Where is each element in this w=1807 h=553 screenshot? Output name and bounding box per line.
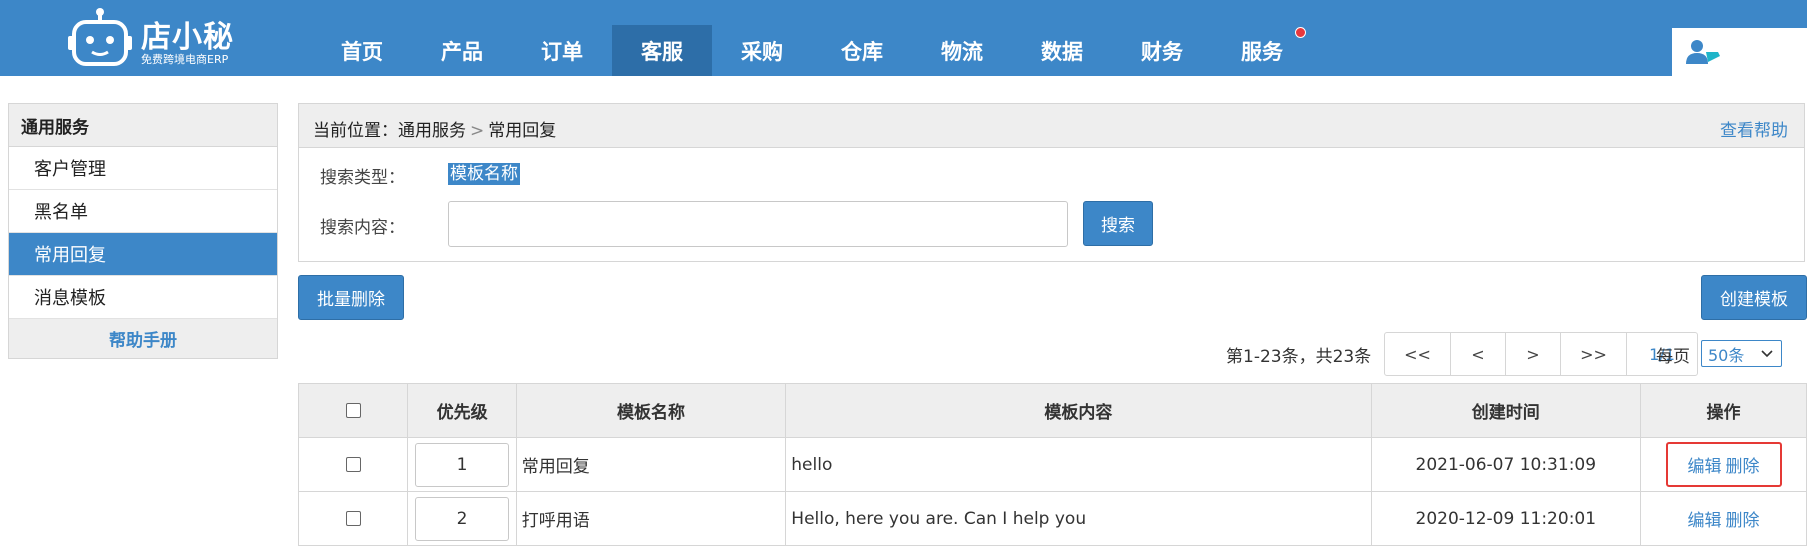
sidebar: 通用服务 客户管理 黑名单 常用回复 消息模板 帮助手册 (8, 103, 278, 359)
user-menu[interactable] (1672, 28, 1807, 76)
per-page-label: 每页 (1656, 347, 1690, 367)
header-actions: 操作 (1640, 383, 1807, 438)
priority-cell: 2 (407, 491, 517, 546)
main-content: 当前位置：通用服务 > 常用回复 查看帮助 搜索类型： 模板名称 搜索内容： 搜索 … (297, 103, 1807, 546)
template-name-cell: 打呼用语 (515, 491, 787, 546)
create-template-button[interactable]: 创建模板 (1701, 275, 1807, 320)
templates-table: 优先级 模板名称 模板内容 创建时间 操作 1 常用回复 hello 2021-… (297, 383, 1807, 546)
delete-link[interactable]: 删除 (1726, 506, 1760, 531)
batch-delete-button[interactable]: 批量删除 (298, 275, 404, 320)
nav-services-label: 服务 (1241, 39, 1283, 64)
search-input[interactable] (448, 201, 1068, 247)
actions-cell: 编辑 删除 (1640, 437, 1807, 492)
row-select-cell (297, 491, 409, 546)
breadcrumb-bar: 当前位置：通用服务 > 常用回复 查看帮助 (299, 104, 1804, 148)
search-content-label: 搜索内容： (320, 218, 405, 238)
sidebar-item-blacklist[interactable]: 黑名单 (9, 190, 277, 233)
nav-services[interactable]: 服务 (1212, 25, 1312, 76)
priority-input[interactable]: 1 (415, 442, 510, 487)
row-actions: 编辑 删除 (1668, 498, 1780, 539)
header-created-time: 创建时间 (1370, 383, 1642, 438)
per-page-value: 50条 (1708, 345, 1745, 365)
user-icon (1686, 40, 1720, 64)
search-panel: 当前位置：通用服务 > 常用回复 查看帮助 搜索类型： 模板名称 搜索内容： 搜索 (298, 103, 1805, 262)
row-select-cell (297, 437, 409, 492)
breadcrumb-parent[interactable]: 通用服务 (398, 121, 466, 141)
select-all-checkbox[interactable] (345, 403, 361, 418)
prev-page-button[interactable]: < (1451, 333, 1506, 375)
sidebar-item-quick-replies[interactable]: 常用回复 (9, 233, 277, 276)
search-type-label: 搜索类型： (320, 168, 405, 188)
nav-purchasing[interactable]: 采购 (712, 25, 812, 76)
pagination: << < > >> 1/1 (1384, 332, 1698, 376)
table-header-row: 优先级 模板名称 模板内容 创建时间 操作 (297, 383, 1807, 438)
nav-warehouse[interactable]: 仓库 (812, 25, 912, 76)
sidebar-item-message-templates[interactable]: 消息模板 (9, 276, 277, 319)
sidebar-header: 通用服务 (9, 104, 277, 147)
header-priority: 优先级 (407, 383, 517, 438)
template-name-cell: 常用回复 (515, 437, 787, 492)
header-template-content: 模板内容 (785, 383, 1372, 438)
nav-logistics[interactable]: 物流 (912, 25, 1012, 76)
template-content-cell: Hello, here you are. Can I help you (785, 491, 1372, 546)
nav-home[interactable]: 首页 (312, 25, 412, 76)
nav-products[interactable]: 产品 (412, 25, 512, 76)
table-row: 1 常用回复 hello 2021-06-07 10:31:09 编辑 删除 (297, 437, 1807, 492)
table-row: 2 打呼用语 Hello, here you are. Can I help y… (297, 491, 1807, 546)
template-content-cell: hello (785, 437, 1372, 492)
chevron-down-icon (1761, 350, 1773, 358)
nav-customer-service[interactable]: 客服 (612, 25, 712, 76)
header-template-name: 模板名称 (515, 383, 787, 438)
breadcrumb-current: 常用回复 (488, 121, 557, 141)
nav-data[interactable]: 数据 (1012, 25, 1112, 76)
nav-finance[interactable]: 财务 (1112, 25, 1212, 76)
breadcrumb-separator: > (470, 121, 485, 141)
created-time-cell: 2021-06-07 10:31:09 (1370, 437, 1642, 492)
top-navbar: 店小秘 免费跨境电商ERP 首页 产品 订单 客服 采购 仓库 物流 数据 财务… (0, 0, 1807, 76)
last-page-button[interactable]: >> (1561, 333, 1627, 375)
search-button[interactable]: 搜索 (1083, 201, 1153, 246)
actions-cell: 编辑 删除 (1640, 491, 1807, 546)
logo-subtitle: 免费跨境电商ERP (141, 53, 229, 66)
edit-link[interactable]: 编辑 (1688, 506, 1722, 531)
record-range: 第1-23条，共23条 (1226, 347, 1372, 367)
row-actions-highlighted: 编辑 删除 (1665, 442, 1782, 487)
main-nav: 首页 产品 订单 客服 采购 仓库 物流 数据 财务 服务 (312, 25, 1312, 76)
nav-orders[interactable]: 订单 (512, 25, 612, 76)
per-page-select[interactable]: 50条 (1701, 340, 1782, 367)
search-type-option[interactable]: 模板名称 (448, 163, 520, 185)
row-checkbox[interactable] (345, 511, 361, 526)
notification-dot (1295, 27, 1306, 38)
breadcrumb-prefix: 当前位置： (313, 121, 398, 141)
view-help-link[interactable]: 查看帮助 (1720, 116, 1788, 141)
breadcrumb: 当前位置：通用服务 > 常用回复 (313, 116, 556, 141)
logo[interactable]: 店小秘 免费跨境电商ERP (68, 6, 258, 70)
next-page-button[interactable]: > (1506, 333, 1561, 375)
edit-link[interactable]: 编辑 (1688, 452, 1722, 477)
select-all-cell (297, 383, 409, 438)
logo-title: 店小秘 (141, 20, 234, 55)
help-manual-link[interactable]: 帮助手册 (9, 319, 277, 358)
created-time-cell: 2020-12-09 11:20:01 (1370, 491, 1642, 546)
priority-input[interactable]: 2 (415, 496, 510, 541)
first-page-button[interactable]: << (1385, 333, 1451, 375)
priority-cell: 1 (407, 437, 517, 492)
delete-link[interactable]: 删除 (1726, 452, 1760, 477)
row-checkbox[interactable] (345, 457, 361, 472)
sidebar-item-customers[interactable]: 客户管理 (9, 147, 277, 190)
robot-logo-icon (68, 8, 132, 66)
